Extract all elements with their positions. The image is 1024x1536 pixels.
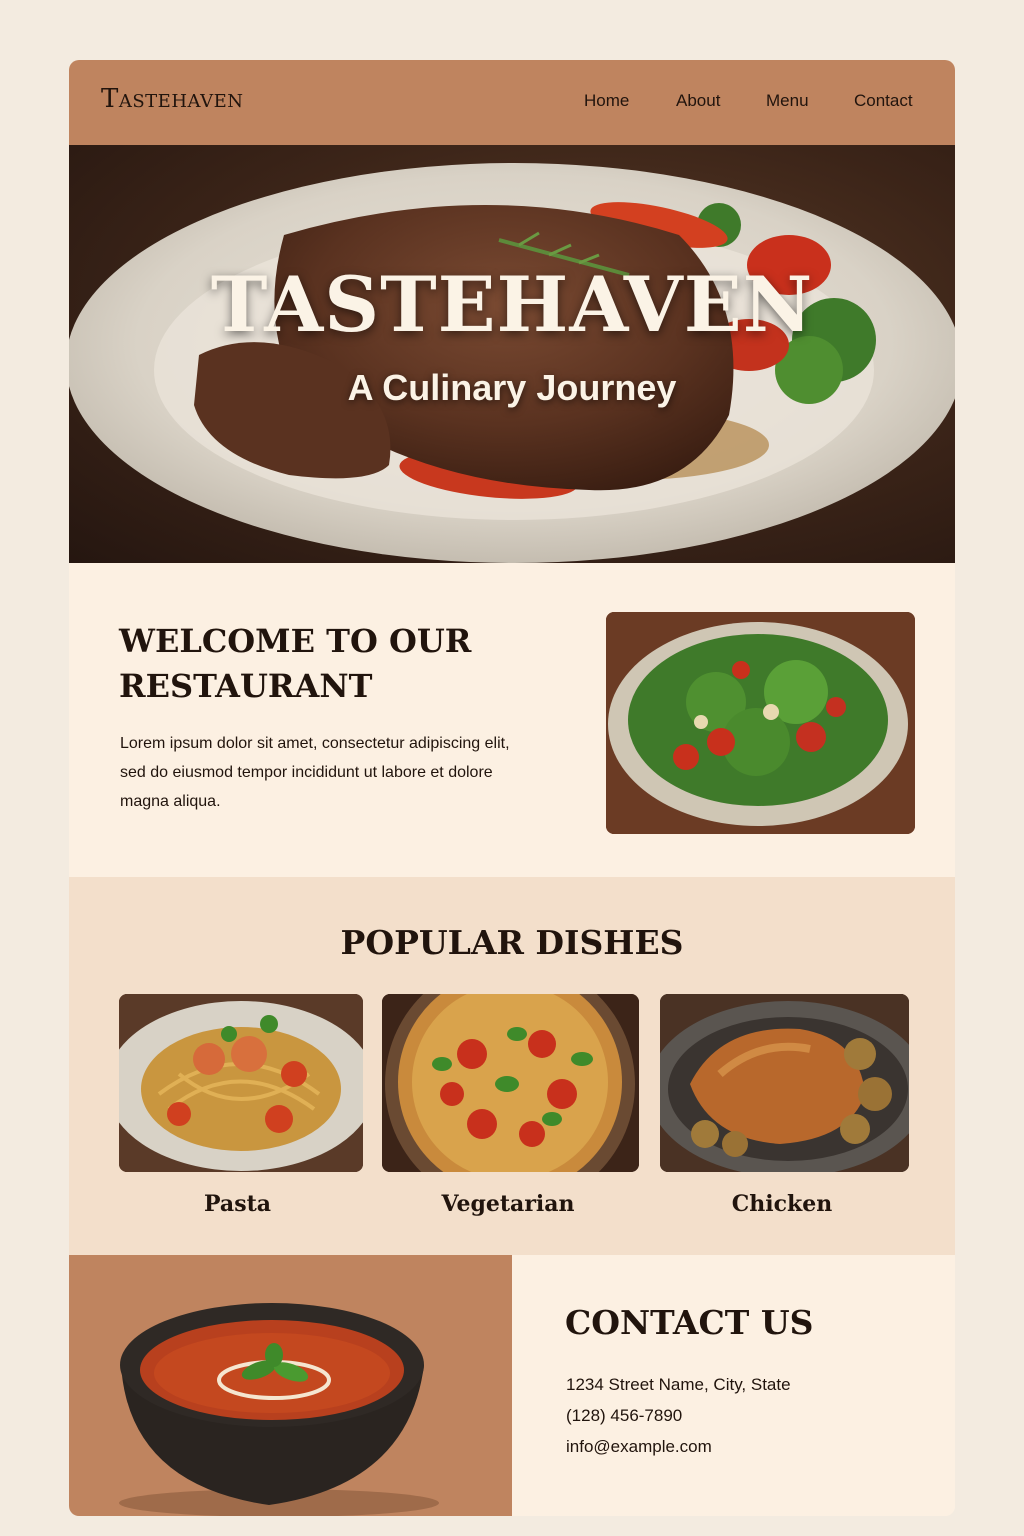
contact-address: 1234 Street Name, City, State	[566, 1375, 791, 1394]
nav-home-link[interactable]: Home	[584, 91, 629, 111]
dish-label-pasta[interactable]: Pasta	[119, 1191, 356, 1217]
hero-subtitle: A Culinary Journey	[347, 367, 677, 408]
contact-email[interactable]: info@example.com	[566, 1437, 712, 1457]
welcome-text: Lorem ipsum dolor sit amet, consectetur …	[120, 735, 510, 810]
main-nav: Home About Menu Contact	[69, 91, 955, 115]
nav-menu-link[interactable]: Menu	[766, 91, 809, 111]
roast-chicken-image[interactable]	[660, 994, 909, 1172]
welcome-section: WELCOME TO OUR RESTAURANT Lorem ipsum do…	[69, 563, 955, 877]
popular-title: POPULAR DISHES	[340, 923, 684, 962]
nav-about-link[interactable]: About	[676, 91, 720, 111]
hero-title: TASTEHAVEN	[210, 260, 814, 349]
pasta-image[interactable]	[119, 994, 363, 1172]
nav-contact-link[interactable]: Contact	[854, 91, 913, 111]
dish-label-vegetarian[interactable]: Vegetarian	[382, 1191, 634, 1217]
contact-phone[interactable]: (128) 456-7890	[566, 1406, 682, 1426]
steak-plate-image	[69, 163, 955, 563]
popular-dishes-section: POPULAR DISHES Pasta Vegetarian Chicken	[69, 877, 955, 1255]
page-container: Tastehaven Home About Menu Contact TASTE…	[69, 60, 955, 1516]
dish-label-chicken[interactable]: Chicken	[660, 1191, 904, 1217]
hero-banner: TASTEHAVEN A Culinary Journey	[69, 145, 955, 563]
tomato-soup-image	[69, 1255, 512, 1516]
salad-bowl-image	[606, 612, 915, 834]
welcome-title: WELCOME TO OUR RESTAURANT	[119, 622, 472, 705]
contact-section: CONTACT US 1234 Street Name, City, State…	[512, 1255, 955, 1516]
site-header: Tastehaven Home About Menu Contact	[69, 60, 955, 145]
pizza-image[interactable]	[382, 994, 639, 1172]
contact-title: CONTACT US	[565, 1303, 814, 1342]
